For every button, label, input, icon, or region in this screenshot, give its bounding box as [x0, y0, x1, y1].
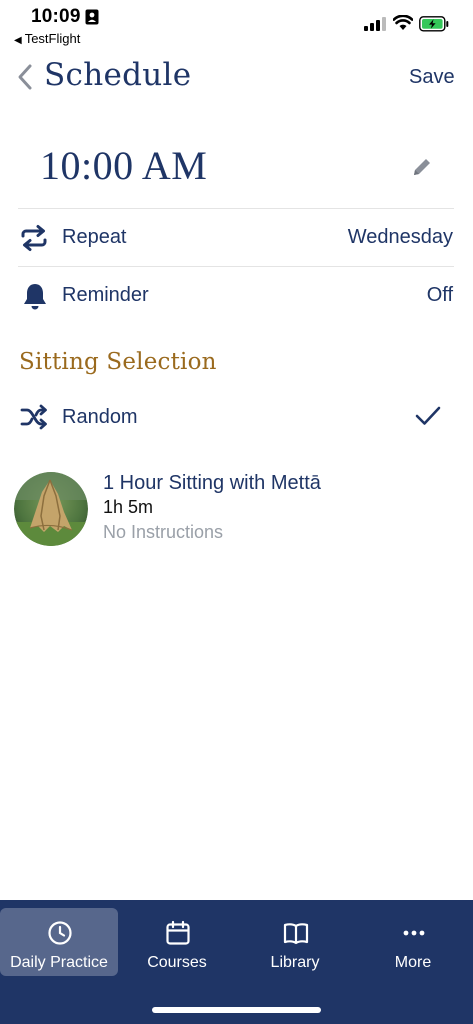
bell-icon	[24, 284, 46, 310]
back-triangle-icon: ◀	[14, 35, 22, 46]
random-label: Random	[62, 406, 138, 428]
clock-icon	[48, 921, 72, 945]
wifi-icon	[393, 15, 413, 30]
session-title: 1 Hour Sitting with Mettā	[103, 472, 321, 494]
calendar-icon	[166, 920, 190, 945]
session-thumbnail	[14, 472, 88, 546]
random-row[interactable]: Random	[0, 392, 473, 442]
repeat-label: Repeat	[62, 226, 127, 248]
book-icon	[283, 923, 309, 945]
tab-courses[interactable]: Courses	[118, 908, 236, 976]
tab-label: Library	[270, 954, 320, 971]
tab-library[interactable]: Library	[236, 908, 354, 976]
section-title: Sitting Selection	[19, 349, 217, 375]
status-back-link[interactable]: ◀ TestFlight	[14, 31, 80, 46]
repeat-value: Wednesday	[347, 226, 453, 248]
session-duration: 1h 5m	[103, 497, 154, 517]
cellular-signal-icon	[364, 17, 386, 31]
tab-bar: Daily Practice Courses Library More	[0, 900, 473, 1024]
reminder-row[interactable]: Reminder Off	[0, 267, 473, 324]
home-indicator[interactable]	[152, 1007, 321, 1013]
tab-label: More	[394, 954, 432, 971]
time-display[interactable]: 10:00 AM	[40, 142, 207, 189]
status-back-label: TestFlight	[24, 31, 81, 46]
battery-icon	[419, 16, 449, 32]
back-chevron-icon[interactable]	[14, 62, 36, 92]
tab-label: Daily Practice	[10, 954, 108, 971]
page-title: Schedule	[44, 57, 192, 93]
repeat-row[interactable]: Repeat Wednesday	[0, 209, 473, 266]
reminder-value: Off	[426, 284, 453, 306]
contact-card-icon	[85, 9, 99, 25]
status-time: 10:09	[31, 6, 81, 27]
tab-more[interactable]: More	[354, 908, 472, 976]
repeat-icon	[21, 225, 47, 251]
tab-label: Courses	[147, 954, 207, 971]
session-subtitle: No Instructions	[103, 522, 224, 542]
more-icon	[403, 930, 425, 936]
shuffle-icon	[20, 404, 47, 430]
pencil-icon[interactable]	[410, 155, 434, 179]
checkmark-icon	[415, 406, 441, 425]
tab-daily-practice[interactable]: Daily Practice	[0, 908, 118, 976]
save-button[interactable]: Save	[409, 66, 455, 89]
reminder-label: Reminder	[62, 284, 149, 306]
